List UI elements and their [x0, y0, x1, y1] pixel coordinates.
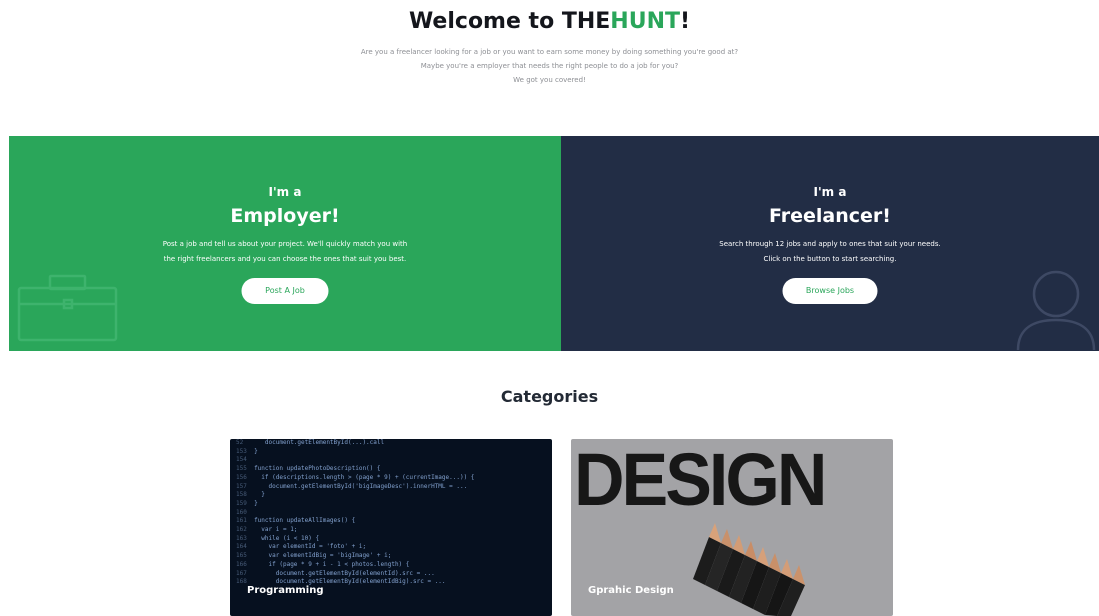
- desc-line: Search through 12 jobs and apply to ones…: [719, 240, 941, 248]
- freelancer-panel: I'm a Freelancer! Search through 12 jobs…: [561, 136, 1099, 351]
- desc-line: the right freelancers and you can choose…: [163, 255, 407, 263]
- intro-line: Are you a freelancer looking for a job o…: [360, 48, 739, 56]
- employer-panel: I'm a Employer! Post a job and tell us a…: [9, 136, 561, 351]
- employer-heading: Employer!: [230, 205, 340, 227]
- desc-line: Post a job and tell us about your projec…: [162, 240, 408, 248]
- category-label: Programming: [247, 585, 324, 596]
- employer-description: Post a job and tell us about your projec…: [9, 237, 561, 267]
- code-screen-image: 52 document.getElementById(...).call 153…: [236, 439, 475, 586]
- employer-pre-label: I'm a: [268, 185, 302, 199]
- freelancer-description: Search through 12 jobs and apply to ones…: [561, 237, 1099, 267]
- category-card-programming[interactable]: 52 document.getElementById(...).call 153…: [230, 439, 552, 616]
- freelancer-pre-label: I'm a: [813, 185, 847, 199]
- user-icon: [1016, 270, 1096, 351]
- brand-name: HUNT: [610, 9, 680, 34]
- category-label: Gprahic Design: [588, 585, 674, 596]
- category-card-graphic-design[interactable]: DESIGN Gprahic Design: [571, 439, 893, 616]
- intro-text: Are you a freelancer looking for a job o…: [0, 45, 1099, 87]
- page-title: Welcome to THEHUNT!: [0, 9, 1099, 34]
- intro-line: We got you covered!: [513, 76, 586, 84]
- freelancer-heading: Freelancer!: [769, 205, 891, 227]
- title-suffix: !: [680, 9, 691, 34]
- intro-line: Maybe you're a employer that needs the r…: [420, 62, 679, 70]
- categories-title: Categories: [500, 387, 599, 406]
- title-prefix: Welcome to THE: [408, 9, 611, 34]
- briefcase-icon: [17, 274, 118, 342]
- desc-line: Click on the button to start searching.: [763, 255, 897, 263]
- post-job-button[interactable]: Post A Job: [241, 278, 329, 304]
- browse-jobs-button[interactable]: Browse Jobs: [782, 278, 878, 304]
